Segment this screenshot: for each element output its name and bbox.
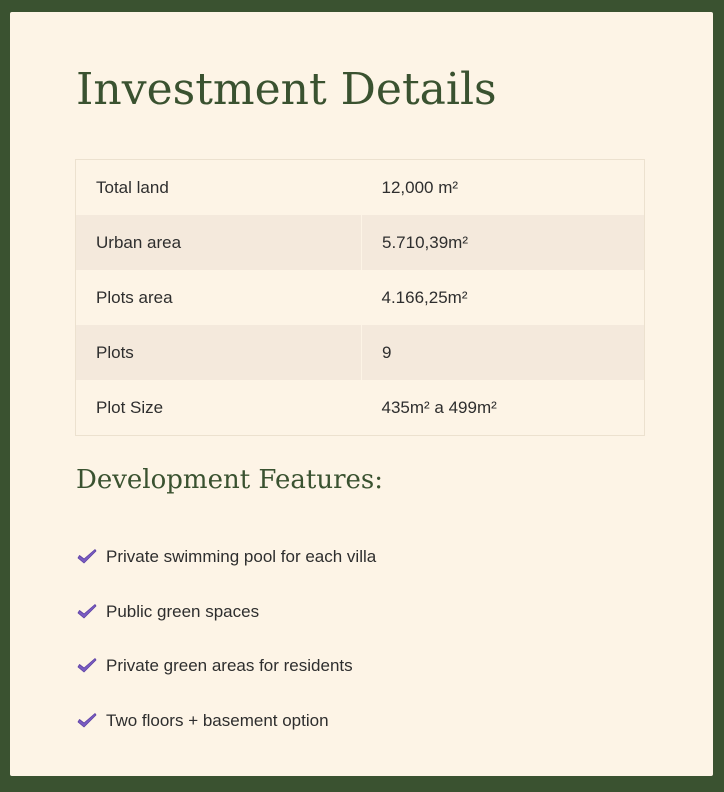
table-row: Urban area 5.710,39m² [75,215,645,270]
row-label: Plots area [96,287,173,307]
table-row: Total land 12,000 m² [76,160,645,216]
feature-item: Public green spaces [76,585,376,640]
feature-text: Public green spaces [106,601,260,621]
feature-text: Private swimming pool for each villa [106,547,377,567]
feature-item: Two floors + basement option [76,694,376,749]
row-label: Plot Size [96,397,164,417]
row-label: Plots [75,325,362,380]
feature-text: Private green areas for residents [106,656,353,676]
row-value: 9 [361,325,645,380]
check-icon [77,658,97,673]
features-list: Private swimming pool for each villa Pub… [76,530,376,748]
page-title: Investment Details [76,64,497,115]
check-icon [77,603,97,619]
investment-card: Investment Details Total land 12,000 m² … [10,12,713,776]
row-label: Urban area [75,215,362,270]
feature-item: Private swimming pool for each villa [76,530,376,585]
row-value: 435m² a 499m² [381,397,497,417]
row-value: 5.710,39m² [361,215,645,270]
row-value: 4.166,25m² [381,287,468,307]
row-value: 12,000 m² [381,177,459,197]
table-row: Plots area 4.166,25m² [76,270,645,325]
table-row: Plot Size 435m² a 499m² [76,380,645,436]
table-row: Plots 9 [75,325,645,380]
feature-text: Two floors + basement option [106,710,329,730]
row-label: Total land [96,177,169,197]
check-icon [77,549,97,564]
investment-table: Total land 12,000 m² Urban area 5.710,39… [75,159,645,436]
feature-item: Private green areas for residents [76,639,376,694]
check-icon [77,712,97,728]
features-title: Development Features: [76,465,384,495]
